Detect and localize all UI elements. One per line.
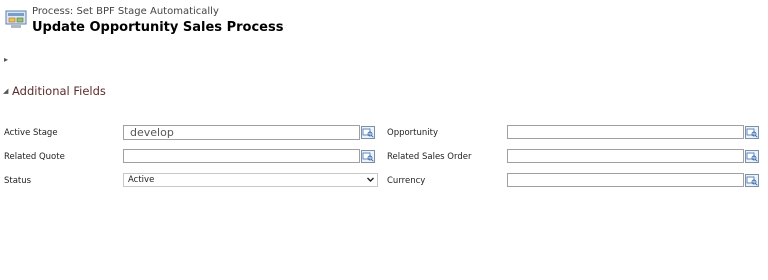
- status-value: Active: [128, 175, 155, 185]
- opportunity-label: Opportunity: [387, 128, 439, 138]
- workflow-step-icon: [5, 10, 27, 28]
- active-stage-label: Active Stage: [4, 128, 58, 138]
- status-select[interactable]: Active: [123, 173, 378, 187]
- related-sales-order-label: Related Sales Order: [387, 152, 472, 162]
- lookup-search-icon[interactable]: [361, 126, 375, 139]
- lookup-search-icon[interactable]: [361, 150, 375, 163]
- related-quote-label: Related Quote: [4, 152, 65, 162]
- triangle-down-icon[interactable]: ◢: [3, 87, 8, 95]
- currency-label: Currency: [387, 176, 426, 186]
- triangle-right-icon[interactable]: ▸: [4, 56, 8, 64]
- status-label: Status: [4, 176, 32, 186]
- lookup-search-icon[interactable]: [745, 174, 759, 187]
- related-quote-field[interactable]: [123, 149, 360, 163]
- process-subtitle: Process: Set BPF Stage Automatically: [32, 6, 219, 17]
- process-title: Update Opportunity Sales Process: [32, 20, 284, 35]
- chevron-down-icon: [366, 175, 375, 188]
- section-title: Additional Fields: [12, 84, 106, 98]
- lookup-search-icon[interactable]: [745, 126, 759, 139]
- currency-field[interactable]: [507, 173, 744, 187]
- opportunity-field[interactable]: [507, 125, 744, 139]
- lookup-search-icon[interactable]: [745, 150, 759, 163]
- active-stage-field[interactable]: develop: [123, 125, 360, 140]
- related-sales-order-field[interactable]: [507, 149, 744, 163]
